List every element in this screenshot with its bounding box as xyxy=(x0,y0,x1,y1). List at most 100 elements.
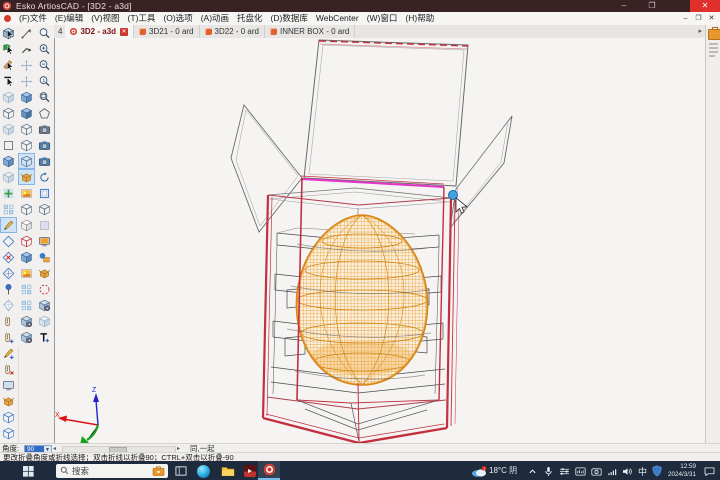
menu-item-tools[interactable]: (T)工具 xyxy=(124,12,160,25)
zoom-fit-tool[interactable] xyxy=(36,89,53,105)
hidden-line-tool[interactable] xyxy=(18,137,35,153)
artioscad-taskbar-button[interactable] xyxy=(258,461,280,480)
wireframe-group-tool[interactable] xyxy=(0,409,17,425)
camera-output-tool[interactable] xyxy=(36,153,53,169)
add-part-tool[interactable] xyxy=(0,153,17,169)
solid-render-tool[interactable] xyxy=(18,105,35,121)
wireframe-render-tool[interactable] xyxy=(18,121,35,137)
menu-item-animation[interactable]: (A)动画 xyxy=(197,12,233,25)
ghost-part-tool[interactable] xyxy=(0,89,17,105)
sheet-tool[interactable] xyxy=(0,297,17,313)
white-model-tool[interactable] xyxy=(18,217,35,233)
menu-item-options[interactable]: (O)选项 xyxy=(159,12,196,25)
mdi-close-button[interactable]: ✕ xyxy=(705,13,718,24)
search-highlight-briefcase-icon[interactable] xyxy=(152,465,165,476)
zoom-1-1-tool[interactable]: 1 xyxy=(36,73,53,89)
attach-add-tool[interactable] xyxy=(0,329,17,345)
document-tab-3d21[interactable]: 3D21 - 0 ard xyxy=(134,25,199,38)
rotate-view-tool[interactable] xyxy=(36,169,53,185)
lid-flap[interactable] xyxy=(304,40,468,186)
part-visibility-tool[interactable] xyxy=(0,169,17,185)
weather-text[interactable]: 18°C 阴 xyxy=(489,465,517,476)
highlight-edges-tool[interactable] xyxy=(18,233,35,249)
screen-layout-tool[interactable] xyxy=(0,377,17,393)
close-button[interactable]: ✕ xyxy=(690,0,720,12)
menu-item-window[interactable]: (W)窗口 xyxy=(363,12,402,25)
reference-plane-tool[interactable] xyxy=(0,137,17,153)
select-graphic-tool[interactable] xyxy=(0,41,17,57)
perspective-tool[interactable] xyxy=(18,201,35,217)
explode-parts-tool[interactable] xyxy=(0,393,17,409)
mark-tool[interactable] xyxy=(0,345,17,361)
background-scene-tool[interactable] xyxy=(18,265,35,281)
edge-browser-button[interactable] xyxy=(196,464,210,478)
direction-tool[interactable] xyxy=(18,41,35,57)
grid-tool[interactable] xyxy=(0,201,17,217)
menu-item-database[interactable]: (D)数据库 xyxy=(267,12,312,25)
curve-subdivide-tool[interactable] xyxy=(0,265,17,281)
detach-tool[interactable] xyxy=(0,361,17,377)
carton-output-tool[interactable] xyxy=(36,265,53,281)
select-part-tool[interactable] xyxy=(0,25,17,41)
egg-mesh-object[interactable] xyxy=(296,215,427,385)
remove-bend-tool[interactable] xyxy=(0,249,17,265)
vrml-export-tool[interactable] xyxy=(36,249,53,265)
taskbar-search-box[interactable]: 搜索 xyxy=(56,464,168,478)
docked-panel-strip[interactable] xyxy=(705,25,720,443)
tab-scroll-arrow-icon[interactable]: ▸ xyxy=(695,25,705,38)
mdi-minimize-button[interactable]: – xyxy=(679,13,692,24)
zoom-out-tool[interactable] xyxy=(36,57,53,73)
snapshot-tool[interactable] xyxy=(36,121,53,137)
menu-item-help[interactable]: (H)帮助 xyxy=(401,12,438,25)
text-3d-tool[interactable] xyxy=(36,329,53,345)
menu-item-view[interactable]: (V)视图 xyxy=(87,12,123,25)
menu-item-webcenter[interactable]: WebCenter xyxy=(312,12,363,25)
tray-ime-indicator[interactable]: 中 xyxy=(637,465,648,477)
minimize-button[interactable]: – xyxy=(612,0,636,12)
document-tab-3d22[interactable]: 3D22 - 0 ard xyxy=(200,25,265,38)
fold-carton-tool[interactable] xyxy=(18,169,35,185)
briefcase-panel-icon[interactable] xyxy=(708,29,720,40)
tray-volume-icon[interactable] xyxy=(621,466,633,476)
view-cube-tool[interactable] xyxy=(18,89,35,105)
tab-close-button[interactable]: ✕ xyxy=(120,28,128,36)
parts-settings-tool[interactable] xyxy=(18,313,35,329)
tray-camera-icon[interactable] xyxy=(590,466,602,476)
document-tab-3d2[interactable]: 3D2 - a3d✕ xyxy=(65,25,134,38)
update-design-tool[interactable] xyxy=(18,329,35,345)
fold-view-tool[interactable] xyxy=(18,153,35,169)
wireframe-part-tool[interactable] xyxy=(0,425,17,441)
menu-item-palletization[interactable]: 托盘化 xyxy=(233,12,267,25)
export-settings-tool[interactable] xyxy=(36,297,53,313)
move-y-tool[interactable] xyxy=(18,73,35,89)
select-material-tool[interactable] xyxy=(0,57,17,73)
lighting-tool[interactable] xyxy=(36,217,53,233)
zoom-tool[interactable] xyxy=(36,25,53,41)
maximize-button[interactable]: ❐ xyxy=(640,0,664,12)
tray-microphone-icon[interactable] xyxy=(543,465,553,477)
mdi-restore-button[interactable]: ❐ xyxy=(692,13,705,24)
select-area-tool[interactable] xyxy=(36,185,53,201)
document-tab-innerbox[interactable]: INNER BOX - 0 ard xyxy=(265,25,355,38)
zoom-in-tool[interactable] xyxy=(36,41,53,57)
file-explorer-button[interactable] xyxy=(220,464,235,478)
fold-line-tool[interactable] xyxy=(0,217,17,233)
tray-network-icon[interactable] xyxy=(606,466,618,476)
tray-media-icon[interactable] xyxy=(574,466,586,476)
select-annotation-tool[interactable] xyxy=(0,73,17,89)
preview-output-tool[interactable] xyxy=(36,233,53,249)
distribute-parts-tool[interactable] xyxy=(18,297,35,313)
menu-item-edit[interactable]: (E)编辑 xyxy=(51,12,87,25)
align-parts-tool[interactable] xyxy=(18,281,35,297)
base-plane-tool[interactable] xyxy=(18,249,35,265)
bend-tool[interactable] xyxy=(0,233,17,249)
task-view-button[interactable] xyxy=(174,465,188,478)
weather-widget[interactable]: 1 xyxy=(470,465,487,477)
right-flap[interactable] xyxy=(450,116,512,228)
move-part-tool[interactable] xyxy=(0,105,17,121)
taskbar-clock[interactable]: 12:59 2024/3/31 xyxy=(652,463,696,478)
menu-item-file[interactable]: (F)文件 xyxy=(15,12,51,25)
pin-tool[interactable] xyxy=(0,281,17,297)
camera-view-tool[interactable] xyxy=(36,137,53,153)
measure-tool[interactable] xyxy=(18,25,35,41)
